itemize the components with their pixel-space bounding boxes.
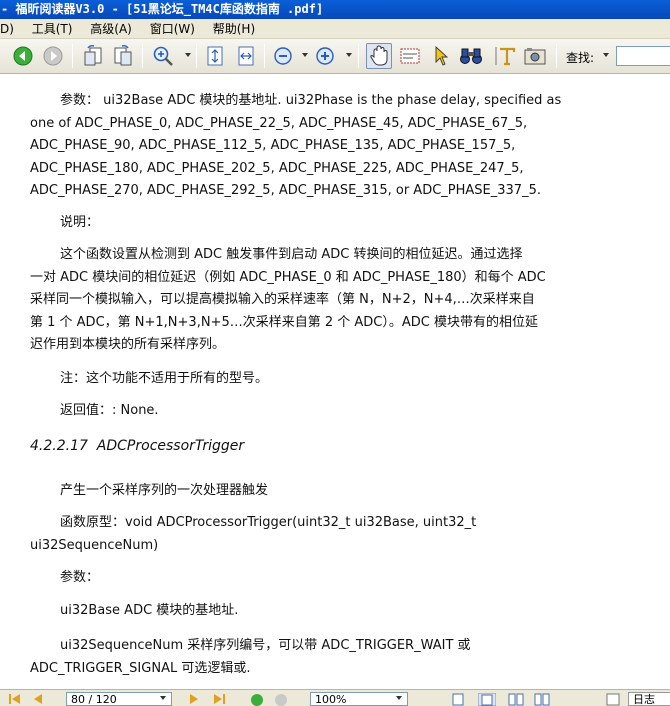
text-line: one of ADC_PHASE_0, ADC_PHASE_22_5, ADC_…: [30, 115, 528, 131]
section-number: 4.2.2.17: [30, 438, 88, 454]
chevron-down-icon[interactable]: [185, 53, 191, 57]
first-page-icon[interactable]: [8, 693, 22, 705]
arrow-icon[interactable]: [428, 43, 454, 69]
toolbar-separator: [196, 44, 197, 68]
go-forward-icon[interactable]: [274, 693, 288, 706]
chevron-down-icon[interactable]: [346, 53, 352, 57]
param-base: ui32Base ADC 模块的基地址.: [60, 603, 239, 618]
toolbar-separator: [264, 44, 265, 68]
facing-page-icon[interactable]: [508, 693, 524, 706]
menu-item-help[interactable]: 帮助(H): [213, 19, 255, 38]
status-info-text: 日志 [8:27: [633, 693, 655, 706]
text-line: 采样同一个模拟输入，可以提高模拟输入的采样速率（第 N，N+2，N+4,…次采样…: [30, 292, 535, 307]
chevron-down-icon[interactable]: [396, 696, 402, 700]
text-line: 迟作用到本模块的所有采样序列。: [30, 337, 226, 352]
text-line: 这个函数设置从检测到 ADC 触发事件到启动 ADC 转换间的相位延迟。通过选择: [60, 247, 523, 262]
chevron-down-icon[interactable]: [160, 696, 166, 700]
chevron-down-icon[interactable]: [603, 53, 609, 57]
next-page-icon[interactable]: [188, 693, 200, 705]
menu-item-advanced[interactable]: 高级(A): [90, 19, 132, 38]
zoom-level-value: 100%: [315, 693, 347, 706]
menu-item-tools[interactable]: 工具(T): [32, 19, 73, 38]
paragraph-params: 参数： ui32Base ADC 模块的基地址. ui32Phase is th…: [30, 90, 590, 203]
text-line: 一对 ADC 模块间的相位延迟（例如 ADC_PHASE_0 和 ADC_PHA…: [30, 269, 546, 285]
text-line: ADC_PHASE_180, ADC_PHASE_202_5, ADC_PHAS…: [30, 160, 524, 176]
menu-item-window[interactable]: 窗口(W): [150, 19, 195, 38]
go-back-icon[interactable]: [250, 693, 264, 706]
caution-note: 注：这个功能不适用于所有的型号。: [60, 371, 269, 386]
zoom-level-field[interactable]: 100%: [310, 692, 408, 706]
page-number-value: 80 / 120: [71, 693, 117, 706]
toolbar-separator: [556, 44, 557, 68]
previous-page-icon[interactable]: [32, 693, 44, 705]
rotate-left-icon[interactable]: [80, 43, 106, 69]
toolbar-separator: [72, 44, 73, 68]
zoom-in-plus-icon[interactable]: [312, 43, 338, 69]
text-line: 第 1 个 ADC，第 N+1,N+3,N+5…次采样来自第 2 个 ADC）。…: [30, 314, 538, 330]
text-line: 参数： ui32Base ADC 模块的基地址. ui32Phase is th…: [60, 93, 562, 108]
binoculars-icon[interactable]: [458, 43, 484, 69]
params-label: 参数：: [60, 570, 100, 585]
status-bar: 80 / 120 100% 日志 [8:27: [0, 689, 670, 706]
text-select-icon[interactable]: [492, 43, 518, 69]
back-icon[interactable]: [10, 43, 36, 69]
toolbar-separator: [142, 44, 143, 68]
select-icon[interactable]: [397, 43, 423, 69]
toolbar-separator: [358, 44, 359, 68]
text-line: ADC_PHASE_90, ADC_PHASE_112_5, ADC_PHASE…: [30, 138, 516, 153]
continuous-facing-icon[interactable]: [534, 693, 550, 706]
status-info-field: 日志 [8:27: [628, 692, 670, 706]
text-line: ui32SequenceNum): [30, 537, 159, 553]
page-number-field[interactable]: 80 / 120: [66, 692, 172, 706]
find-label: 查找:: [566, 51, 595, 65]
snapshot-icon[interactable]: [522, 43, 548, 69]
fit-page-icon[interactable]: [202, 43, 228, 69]
window-title-bar: - 福昕阅读器V3.0 - [51黑论坛_TM4C库函数指南 .pdf]: [0, 0, 670, 19]
forward-icon[interactable]: [40, 43, 66, 69]
find-input[interactable]: [616, 46, 670, 66]
bookmark-icon[interactable]: [606, 693, 620, 706]
chevron-down-icon[interactable]: [302, 53, 308, 57]
zoom-out-icon[interactable]: [270, 43, 296, 69]
text-line: ui32SequenceNum 采样序列编号，可以带 ADC_TRIGGER_W…: [60, 638, 471, 653]
continuous-page-icon[interactable]: [478, 693, 496, 706]
function-summary: 产生一个采样序列的一次处理器触发: [60, 483, 269, 498]
paragraph-description: 这个函数设置从检测到 ADC 触发事件到启动 ADC 转换间的相位延迟。通过选择…: [30, 244, 590, 357]
last-page-icon[interactable]: [212, 693, 226, 705]
section-title: ADCProcessorTrigger: [96, 438, 245, 454]
menu-bar: D) 工具(T) 高级(A) 窗口(W) 帮助(H): [0, 19, 670, 39]
fit-width-icon[interactable]: [233, 43, 259, 69]
function-prototype: 函数原型：void ADCProcessorTrigger(uint32_t u…: [30, 512, 590, 557]
return-value: 返回值：: None.: [60, 403, 159, 418]
menu-item-document[interactable]: D): [0, 19, 14, 38]
text-line: 函数原型：void ADCProcessorTrigger(uint32_t u…: [60, 515, 477, 530]
param-sequence: ui32SequenceNum 采样序列编号，可以带 ADC_TRIGGER_W…: [30, 635, 590, 680]
toolbar: 查找:: [0, 39, 670, 74]
text-line: ADC_PHASE_270, ADC_PHASE_292_5, ADC_PHAS…: [30, 183, 541, 198]
section-heading: 4.2.2.17 ADCProcessorTrigger: [30, 438, 244, 454]
window-title: - 福昕阅读器V3.0 - [51黑论坛_TM4C库函数指南 .pdf]: [1, 2, 324, 16]
zoom-in-icon[interactable]: [150, 43, 176, 69]
note-label: 说明：: [60, 215, 100, 230]
document-page[interactable]: 参数： ui32Base ADC 模块的基地址. ui32Phase is th…: [0, 74, 670, 689]
rotate-right-icon[interactable]: [110, 43, 136, 69]
hand-icon[interactable]: [366, 43, 392, 69]
text-line: ADC_TRIGGER_SIGNAL 可选逻辑或.: [30, 660, 251, 676]
single-page-icon[interactable]: [452, 693, 464, 706]
